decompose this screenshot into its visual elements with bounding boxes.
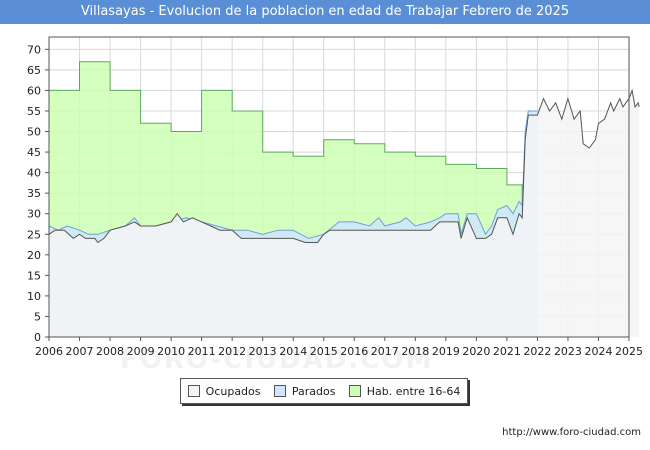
y-tick-label: 20 (27, 249, 41, 262)
y-tick-label: 30 (27, 208, 41, 221)
x-tick-label: 2019 (432, 345, 460, 358)
legend-swatch-hab (348, 385, 361, 397)
x-tick-label: 2022 (523, 345, 551, 358)
legend-swatch-parados (273, 385, 286, 397)
y-tick-label: 60 (27, 84, 41, 97)
y-tick-label: 55 (27, 105, 41, 118)
x-tick-label: 2011 (188, 345, 216, 358)
y-tick-label: 25 (27, 228, 41, 241)
legend-item-hab: Hab. entre 16-64 (348, 384, 461, 398)
y-tick-label: 5 (34, 310, 41, 323)
y-tick-label: 50 (27, 126, 41, 139)
x-tick-label: 2013 (249, 345, 277, 358)
y-tick-label: 35 (27, 187, 41, 200)
legend-item-ocupados: Ocupados (187, 384, 261, 398)
y-tick-label: 70 (27, 43, 41, 56)
legend-label-hab: Hab. entre 16-64 (366, 384, 461, 398)
y-tick-label: 40 (27, 167, 41, 180)
series-layer (48, 61, 640, 338)
x-tick-label: 2009 (127, 345, 155, 358)
y-tick-label: 10 (27, 290, 41, 303)
x-tick-label: 2007 (66, 345, 94, 358)
x-tick-label: 2010 (157, 345, 185, 358)
y-tick-label: 65 (27, 64, 41, 77)
x-tick-label: 2008 (96, 345, 124, 358)
x-tick-label: 2025 (615, 345, 643, 358)
x-tick-label: 2023 (554, 345, 582, 358)
y-tick-label: 0 (34, 331, 41, 344)
y-tick-label: 45 (27, 146, 41, 159)
x-tick-label: 2015 (310, 345, 338, 358)
legend-swatch-ocupados (187, 385, 200, 397)
x-tick-label: 2012 (218, 345, 246, 358)
legend-label-ocupados: Ocupados (205, 384, 261, 398)
x-tick-label: 2024 (584, 345, 612, 358)
legend: Ocupados Parados Hab. entre 16-64 (180, 378, 468, 404)
legend-label-parados: Parados (291, 384, 336, 398)
legend-item-parados: Parados (273, 384, 336, 398)
x-tick-label: 2018 (401, 345, 429, 358)
x-tick-label: 2020 (462, 345, 490, 358)
x-tick-label: 2017 (371, 345, 399, 358)
x-tick-label: 2016 (340, 345, 368, 358)
y-tick-label: 15 (27, 269, 41, 282)
x-tick-label: 2021 (493, 345, 521, 358)
x-tick-label: 2014 (279, 345, 307, 358)
x-tick-label: 2006 (35, 345, 63, 358)
source-url: http://www.foro-ciudad.com (502, 427, 641, 438)
